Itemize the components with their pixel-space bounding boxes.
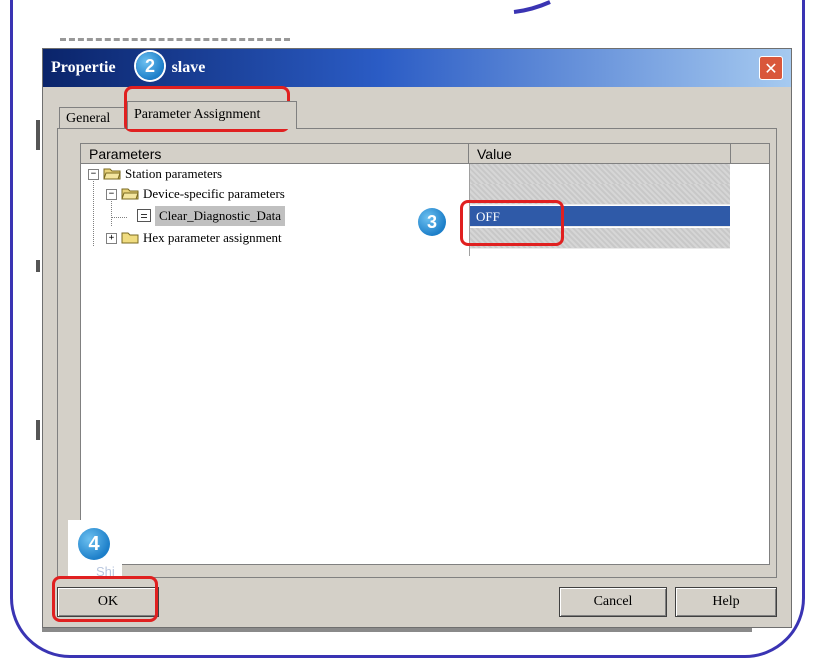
tree-item-device-specific-parameters[interactable]: − Device-specific parameters: [81, 184, 469, 204]
collapse-icon[interactable]: −: [106, 189, 117, 200]
arrow-icon: [513, 0, 551, 14]
column-header-parameters[interactable]: Parameters: [81, 144, 469, 164]
step-3-badge: 3: [418, 208, 446, 236]
column-header-value[interactable]: Value: [469, 144, 731, 164]
properties-dialog: Propertie slave ✕ General Parameter Assig…: [42, 48, 792, 628]
background-edge: [42, 628, 752, 632]
help-button[interactable]: Help: [675, 587, 777, 617]
tab-general[interactable]: General: [59, 107, 125, 129]
highlight-ok-button: [52, 576, 158, 622]
background-edge: [36, 120, 40, 150]
tree-item-label: Hex parameter assignment: [143, 230, 282, 245]
close-icon: ✕: [764, 59, 778, 78]
value-cell: [470, 164, 730, 185]
tree-item-hex-parameter-assignment[interactable]: + Hex parameter assignment: [81, 228, 469, 248]
step-2-badge: 2: [136, 52, 164, 80]
tree-item-label: Device-specific parameters: [143, 186, 285, 201]
folder-open-icon: [121, 188, 139, 200]
highlight-value: [460, 200, 564, 246]
dialog-title-suffix: slave: [171, 59, 206, 76]
tab-parameter-assignment[interactable]: Parameter Assignment: [127, 101, 297, 129]
document-icon: [137, 209, 151, 222]
column-header-spacer: [731, 144, 769, 164]
collapse-icon[interactable]: −: [88, 169, 99, 180]
tree-item-station-parameters[interactable]: − Station parameters: [81, 164, 469, 184]
folder-icon: [121, 232, 139, 244]
dialog-title-prefix: Propertie: [51, 59, 116, 76]
cancel-button[interactable]: Cancel: [559, 587, 667, 617]
folder-open-icon: [103, 168, 121, 180]
dialog-title: Propertie slave: [51, 59, 205, 77]
tree-item-clear-diagnostic-data[interactable]: Clear_Diagnostic_Data: [81, 206, 469, 226]
tree-item-label: Clear_Diagnostic_Data: [155, 206, 286, 226]
background-edge: [36, 420, 40, 440]
expand-icon[interactable]: +: [106, 233, 117, 244]
background-edge: [36, 260, 40, 272]
close-button[interactable]: ✕: [759, 56, 783, 80]
tab-panel: Parameters Value − Station parameters −: [57, 128, 777, 578]
parameter-grid: Parameters Value − Station parameters −: [80, 143, 770, 565]
tree-item-label: Station parameters: [125, 166, 223, 181]
step-4-badge: 4: [78, 528, 110, 560]
